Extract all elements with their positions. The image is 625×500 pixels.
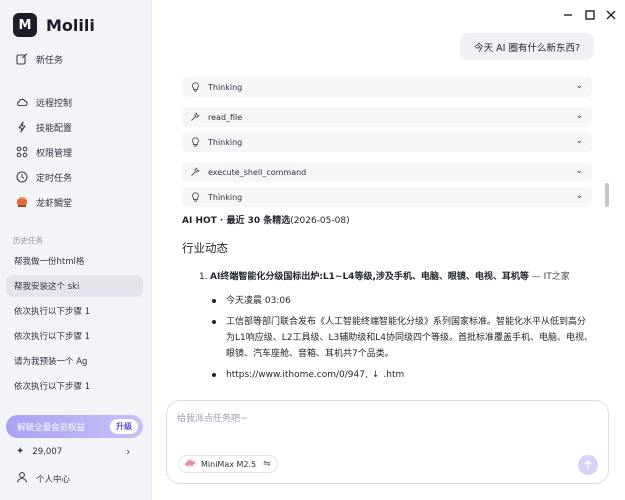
assistant-response: AI HOT · 最近 30 条精选(2026-05-08) 行业动态 1. A…: [182, 213, 594, 402]
tool-step-label: execute_shell_command: [208, 167, 307, 177]
news-details: 今天凌晨 03:06 工信部等部门联合发布《人工智能终端智能化分级》系列国家标准…: [182, 293, 594, 383]
cloud-icon: [16, 96, 28, 108]
tool-step-thinking[interactable]: Thinking ⌄: [182, 187, 592, 207]
chevron-right-icon: ›: [126, 445, 131, 458]
chat-input-placeholder[interactable]: 给我派点任务吧~: [177, 411, 248, 424]
news-title: AI终端智能化分级国标出炉:L1~L4等级,涉及手机、电脑、眼镜、电视、耳机等: [210, 272, 529, 282]
chevron-down-icon: ⌄: [575, 81, 583, 91]
grid-icon: [16, 146, 28, 158]
tool-step-label: Thinking: [208, 192, 243, 202]
minimize-icon[interactable]: [561, 8, 575, 22]
tool-step-thinking[interactable]: Thinking ⌄: [182, 132, 592, 152]
lightbulb-icon: [190, 137, 200, 147]
headline-date: (2026-05-08): [290, 216, 350, 226]
history-item[interactable]: 帮我做一份html格: [6, 250, 143, 272]
vip-label: 解锁全量会员权益: [17, 422, 86, 433]
arrow-down-icon: ↓: [371, 370, 380, 380]
brand: M Molili: [13, 13, 95, 37]
sidebar-item-remote-control[interactable]: 远程控制: [16, 94, 72, 110]
detail-time: 今天凌晨 03:06: [212, 293, 594, 309]
headline-title: AI HOT · 最近 30 条精选: [182, 216, 291, 226]
detail-link[interactable]: https://www.ithome.com/0/947, ↓ .htm: [212, 367, 594, 383]
sidebar: M Molili 新任务 远程控制 技能配置 权限管理 定时任务 龙虾鲷堂 历史…: [0, 0, 152, 500]
flash-icon: [16, 121, 28, 133]
sidebar-item-skills[interactable]: 技能配置: [16, 119, 72, 135]
model-selector[interactable]: MiniMax M2.5 ⇋: [178, 455, 278, 473]
user-center-button[interactable]: 个人中心: [16, 471, 70, 486]
sidebar-item-label: 权限管理: [36, 148, 73, 159]
chevron-down-icon: ⌄: [575, 191, 583, 201]
history-item[interactable]: 依次执行以下步骤 1: [6, 325, 143, 347]
app-logo: M: [13, 13, 37, 37]
sparkle-icon: ✦: [16, 446, 25, 457]
sidebar-item-label: 技能配置: [36, 123, 73, 134]
tool-step-label: read_file: [208, 112, 243, 122]
main-panel: 今天 AI 圈有什么新东西? Thinking ⌄ read_file ⌄ Th…: [153, 0, 625, 500]
tool-step-shell[interactable]: execute_shell_command ⌄: [182, 162, 592, 182]
user-label: 个人中心: [36, 474, 71, 485]
tool-icon: [190, 167, 200, 177]
tool-step-thinking[interactable]: Thinking ⌄: [182, 77, 592, 97]
history-item[interactable]: 依次执行以下步骤 1: [6, 300, 143, 322]
credits-row[interactable]: ✦ 29,007 ›: [16, 445, 130, 458]
tool-step-read-file[interactable]: read_file ⌄: [182, 107, 592, 127]
history-item[interactable]: 依次执行以下步骤 1: [6, 375, 143, 397]
minimax-logo-icon: [185, 458, 195, 470]
credits-value: 29,007: [32, 446, 63, 457]
list-number: 1.: [199, 272, 208, 282]
close-icon[interactable]: [604, 8, 618, 22]
chevron-down-icon: ⌄: [575, 136, 583, 146]
new-task-icon: [16, 53, 28, 65]
send-button[interactable]: [578, 455, 598, 475]
link-text[interactable]: https://www.ithome.com/0/947,: [226, 370, 368, 380]
tool-step-label: Thinking: [208, 82, 243, 92]
tool-step-label: Thinking: [208, 137, 243, 147]
lightbulb-icon: [190, 192, 200, 202]
tool-icon: [190, 112, 200, 122]
new-task-label: 新任务: [36, 55, 64, 66]
model-name: MiniMax M2.5: [201, 459, 257, 469]
sidebar-item-permissions[interactable]: 权限管理: [16, 144, 72, 160]
sidebar-item-label: 龙虾鲷堂: [36, 198, 73, 209]
section-heading: 行业动态: [182, 241, 228, 255]
history-section-label: 历史任务: [13, 236, 43, 245]
sidebar-item-label: 远程控制: [36, 98, 73, 109]
lobster-icon: [16, 196, 28, 208]
switch-icon: ⇋: [263, 459, 271, 469]
news-source: — IT之家: [528, 272, 570, 282]
history-item[interactable]: 请为我预装一个 Ag: [6, 350, 143, 372]
maximize-icon[interactable]: [583, 8, 597, 22]
vip-banner[interactable]: 解锁全量会员权益 升级: [6, 415, 143, 438]
chat-input-box[interactable]: 给我派点任务吧~ MiniMax M2.5 ⇋: [166, 400, 609, 484]
clock-icon: [16, 171, 28, 183]
history-item-active[interactable]: 帮我安装这个 ski: [6, 275, 143, 297]
upgrade-button[interactable]: 升级: [110, 419, 138, 434]
sidebar-item-label: 定时任务: [36, 173, 73, 184]
response-headline: AI HOT · 最近 30 条精选(2026-05-08): [182, 213, 594, 226]
sidebar-item-scheduled[interactable]: 定时任务: [16, 169, 72, 185]
sidebar-item-lobster[interactable]: 龙虾鲷堂: [16, 194, 72, 210]
user-icon: [16, 471, 28, 486]
news-item: 1. AI终端智能化分级国标出炉:L1~L4等级,涉及手机、电脑、眼镜、电视、耳…: [182, 269, 594, 285]
chevron-down-icon: ⌄: [575, 166, 583, 176]
app-name: Molili: [46, 15, 95, 35]
link-suffix[interactable]: .htm: [383, 370, 404, 380]
detail-summary: 工信部等部门联合发布《人工智能终端智能化分级》系列国家标准。智能化水平从低到高分…: [212, 314, 594, 362]
new-task-button[interactable]: 新任务: [16, 51, 63, 67]
chevron-down-icon: ⌄: [575, 111, 583, 121]
scrollbar-thumb[interactable]: [605, 183, 609, 207]
user-message: 今天 AI 圈有什么新东西?: [460, 33, 594, 60]
lightbulb-icon: [190, 82, 200, 92]
